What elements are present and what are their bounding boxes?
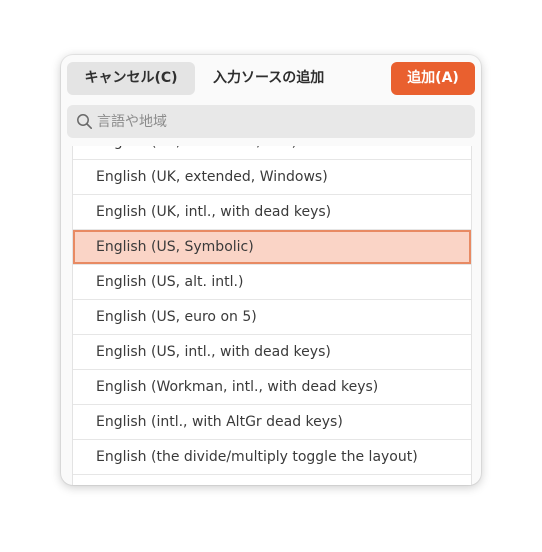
layout-list-items: English (UK, Macintosh, intl.) English (… xyxy=(73,146,471,485)
add-button[interactable]: 追加(A) xyxy=(391,62,475,95)
search-icon xyxy=(77,114,92,129)
dialog-header: キャンセル(C) 入力ソースの追加 追加(A) xyxy=(61,55,481,101)
layout-list[interactable]: English (UK, Macintosh, intl.) English (… xyxy=(72,146,472,485)
list-item[interactable]: English (UK, extended, Windows) xyxy=(73,160,471,195)
list-item[interactable] xyxy=(73,475,471,485)
search-field[interactable] xyxy=(67,105,475,138)
list-item[interactable]: English (US, alt. intl.) xyxy=(73,265,471,300)
list-item[interactable]: English (the divide/multiply toggle the … xyxy=(73,440,471,475)
list-item[interactable]: English (UK, intl., with dead keys) xyxy=(73,195,471,230)
list-item[interactable]: English (UK, Macintosh, intl.) xyxy=(73,146,471,160)
list-item[interactable]: English (US, euro on 5) xyxy=(73,300,471,335)
list-item-selected[interactable]: English (US, Symbolic) xyxy=(73,230,471,265)
search-input[interactable] xyxy=(97,105,467,138)
dialog-title: 入力ソースの追加 xyxy=(213,70,325,86)
cancel-button[interactable]: キャンセル(C) xyxy=(67,62,195,95)
list-item[interactable]: English (US, intl., with dead keys) xyxy=(73,335,471,370)
list-item[interactable]: English (Workman, intl., with dead keys) xyxy=(73,370,471,405)
list-item[interactable]: English (intl., with AltGr dead keys) xyxy=(73,405,471,440)
